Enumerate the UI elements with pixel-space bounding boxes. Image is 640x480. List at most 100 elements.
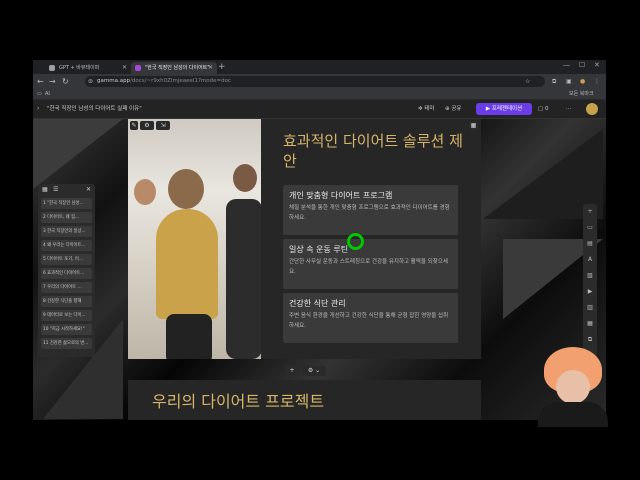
chevron-right-icon[interactable]: › <box>37 100 39 118</box>
photo-person <box>166 314 212 359</box>
close-panel-icon[interactable]: ✕ <box>86 186 91 193</box>
split-view-icon[interactable]: ▣ <box>566 76 572 87</box>
cursor-highlight-ring <box>347 233 364 250</box>
close-tab-icon[interactable]: ✕ <box>208 62 213 74</box>
bookmark-ai[interactable]: AI <box>45 89 50 99</box>
new-tab-button[interactable]: + <box>218 62 226 73</box>
outline-item[interactable]: 1 "한국 직장인 남성... <box>41 198 92 209</box>
content-card[interactable]: 건강한 식단 관리 주변 음식 환경을 개선하고 건강한 식단을 통해 균형 잡… <box>283 293 458 343</box>
maximize-icon[interactable]: ☐ <box>579 61 585 69</box>
photo-person <box>156 209 218 319</box>
slide-card[interactable]: ✎ ⚙ ⇲ ▦ 효과적인 다이어트 솔루션 제안 개인 맞춤형 다이어트 프로그… <box>128 119 481 359</box>
gamma-app: › "한국 직장인 남성의 다이어트 실패 이유" ✲ 테마 ⊕ 공유 ▶ 프레… <box>33 100 606 420</box>
outline-item[interactable]: 8 건강한 식단을 향해 <box>41 296 92 307</box>
doc-breadcrumb[interactable]: "한국 직장인 남성의 다이어트 실패 이유" <box>47 100 142 118</box>
image-layout-icon[interactable]: ⇲ <box>156 121 170 130</box>
outline-item[interactable]: 3 한국 직장인의 일상... <box>41 226 92 237</box>
app-header: › "한국 직장인 남성의 다이어트 실패 이유" ✲ 테마 ⊕ 공유 ▶ 프레… <box>33 100 606 119</box>
photo-person <box>134 179 156 205</box>
present-button[interactable]: ▶ 프레젠테이션 <box>476 103 532 115</box>
outline-item[interactable]: 5 다이어트 포기, 이... <box>41 254 92 265</box>
slide-outline-panel: ▦ ☰ ✕ 1 "한국 직장인 남성... 2 다이어트, 왜 힘... 3 한… <box>38 184 95 357</box>
browser-tab-gpt[interactable]: GPT + 바뷰테이퍼 ✕ <box>45 62 131 74</box>
avatar[interactable] <box>586 103 598 115</box>
slide-photo[interactable] <box>128 119 261 359</box>
add-block-icon[interactable]: + <box>586 208 594 216</box>
forward-icon[interactable]: → <box>49 76 56 87</box>
reload-icon[interactable]: ↻ <box>62 76 69 87</box>
comments-button[interactable]: ▢ 0 <box>538 104 548 114</box>
tab-title: "한국 직장인 남성의 다이어트" <box>145 65 210 71</box>
outline-item[interactable]: 4 왜 우리는 다이어트... <box>41 240 92 251</box>
webcam-overlay <box>530 342 625 427</box>
bookmark-star-icon[interactable]: ☆ <box>525 76 530 87</box>
background-shard <box>33 119 123 189</box>
webcam-face <box>556 370 590 404</box>
all-bookmarks[interactable]: 모든 북마크 <box>569 89 594 99</box>
close-window-icon[interactable]: ✕ <box>594 61 600 69</box>
content-card[interactable]: 개인 맞춤형 다이어트 프로그램 체질 분석을 통한 개인 맞춤형 프로그램으로… <box>283 185 458 235</box>
menu-icon[interactable]: ⋮ <box>594 76 600 87</box>
photo-person <box>168 169 204 209</box>
outline-item[interactable]: 6 효과적인 다이어트... <box>41 268 92 279</box>
photo-person <box>226 199 261 359</box>
browser-tab-gamma[interactable]: "한국 직장인 남성의 다이어트" ✕ <box>131 62 217 74</box>
editor-canvas: ✎ ⚙ ⇲ ▦ 효과적인 다이어트 솔루션 제안 개인 맞춤형 다이어트 프로그… <box>33 119 606 420</box>
layout-icon[interactable]: ▤ <box>586 240 594 248</box>
url-host: gamma.app <box>97 78 131 84</box>
chart-icon[interactable]: ▥ <box>586 304 594 312</box>
comment-count: 0 <box>544 106 549 112</box>
tab-favicon-icon <box>135 65 141 71</box>
image-options-icon[interactable]: ⚙ <box>140 121 154 130</box>
tab-bar: GPT + 바뷰테이퍼 ✕ "한국 직장인 남성의 다이어트" ✕ + — ☐ … <box>33 60 606 74</box>
extensions-icon[interactable]: ⧉ <box>552 76 556 87</box>
image-icon[interactable]: ▧ <box>586 272 594 280</box>
card-description: 주변 음식 환경을 개선하고 건강한 식단을 통해 균형 잡힌 영양을 섭취하세… <box>289 313 449 329</box>
outline-item[interactable]: 10 "지금 시작하세요!" <box>41 324 92 335</box>
url-path: /docs/~r9xh0ZImjeaeel1?mode=doc <box>130 78 231 84</box>
card-options-button[interactable]: ⚙ ⌄ <box>302 366 326 376</box>
bookmark-folder-icon: ▭ <box>37 91 42 97</box>
outline-item[interactable]: 2 다이어트, 왜 힘... <box>41 212 92 223</box>
share-button[interactable]: ⊕ 공유 <box>445 104 461 114</box>
more-options-icon[interactable]: ⋯ <box>566 104 572 114</box>
card-style-icon[interactable]: ▦ <box>469 121 478 130</box>
webcam-body <box>538 402 608 427</box>
card-heading: 개인 맞춤형 다이어트 프로그램 <box>289 191 393 200</box>
next-slide-card[interactable]: 우리의 다이어트 프로젝트 <box>128 380 481 420</box>
card-description: 간단한 사무실 운동과 스트레칭으로 건강을 유지하고 활력을 되찾으세요. <box>289 259 448 275</box>
outline-item[interactable]: 11 건강한 삶으로의 변... <box>41 338 92 349</box>
close-tab-icon[interactable]: ✕ <box>122 62 127 74</box>
card-heading: 건강한 식단 관리 <box>289 299 346 308</box>
theme-label: 테마 <box>424 106 435 112</box>
address-bar: ← → ↻ ⊜ gamma.app/docs/~r9xh0ZImjeaeel1?… <box>33 74 606 89</box>
profile-icon[interactable]: ● <box>580 76 585 87</box>
url-input[interactable]: ⊜ gamma.app/docs/~r9xh0ZImjeaeel1?mode=d… <box>85 76 545 87</box>
table-icon[interactable]: ▦ <box>586 320 594 328</box>
tab-favicon-icon <box>49 65 55 71</box>
browser-window: GPT + 바뷰테이퍼 ✕ "한국 직장인 남성의 다이어트" ✕ + — ☐ … <box>33 60 606 420</box>
back-icon[interactable]: ← <box>37 76 44 87</box>
text-icon[interactable]: A <box>586 256 594 264</box>
bookmarks-bar: ▭ AI 모든 북마크 <box>33 89 606 100</box>
outline-item[interactable]: 9 데이터로 보는 다이... <box>41 310 92 321</box>
next-slide-title[interactable]: 우리의 다이어트 프로젝트 <box>152 388 324 412</box>
comment-icon: ▢ <box>538 106 544 112</box>
share-label: 공유 <box>451 106 462 112</box>
share-icon: ⊕ <box>445 106 450 112</box>
image-edit-icon[interactable]: ✎ <box>130 121 138 130</box>
grid-view-icon[interactable]: ▦ <box>42 186 48 193</box>
video-icon[interactable]: ▶ <box>586 288 594 296</box>
content-card[interactable]: 일상 속 운동 루틴 간단한 사무실 운동과 스트레칭으로 건강을 유지하고 활… <box>283 239 458 289</box>
minimize-icon[interactable]: — <box>563 61 570 69</box>
slide-title[interactable]: 효과적인 다이어트 솔루션 제안 <box>283 131 468 171</box>
card-description: 체질 분석을 통한 개인 맞춤형 프로그램으로 효과적인 다이어트를 경험하세요… <box>289 205 450 221</box>
add-card-button[interactable]: + <box>285 366 299 376</box>
card-icon[interactable]: ▭ <box>586 224 594 232</box>
tab-title: GPT + 바뷰테이퍼 <box>59 65 100 71</box>
theme-button[interactable]: ✲ 테마 <box>418 104 434 114</box>
outline-item[interactable]: 7 우리의 다이어트 ... <box>41 282 92 293</box>
list-view-icon[interactable]: ☰ <box>53 186 58 193</box>
site-info-icon[interactable]: ⊜ <box>88 76 93 87</box>
card-heading: 일상 속 운동 루틴 <box>289 245 349 254</box>
